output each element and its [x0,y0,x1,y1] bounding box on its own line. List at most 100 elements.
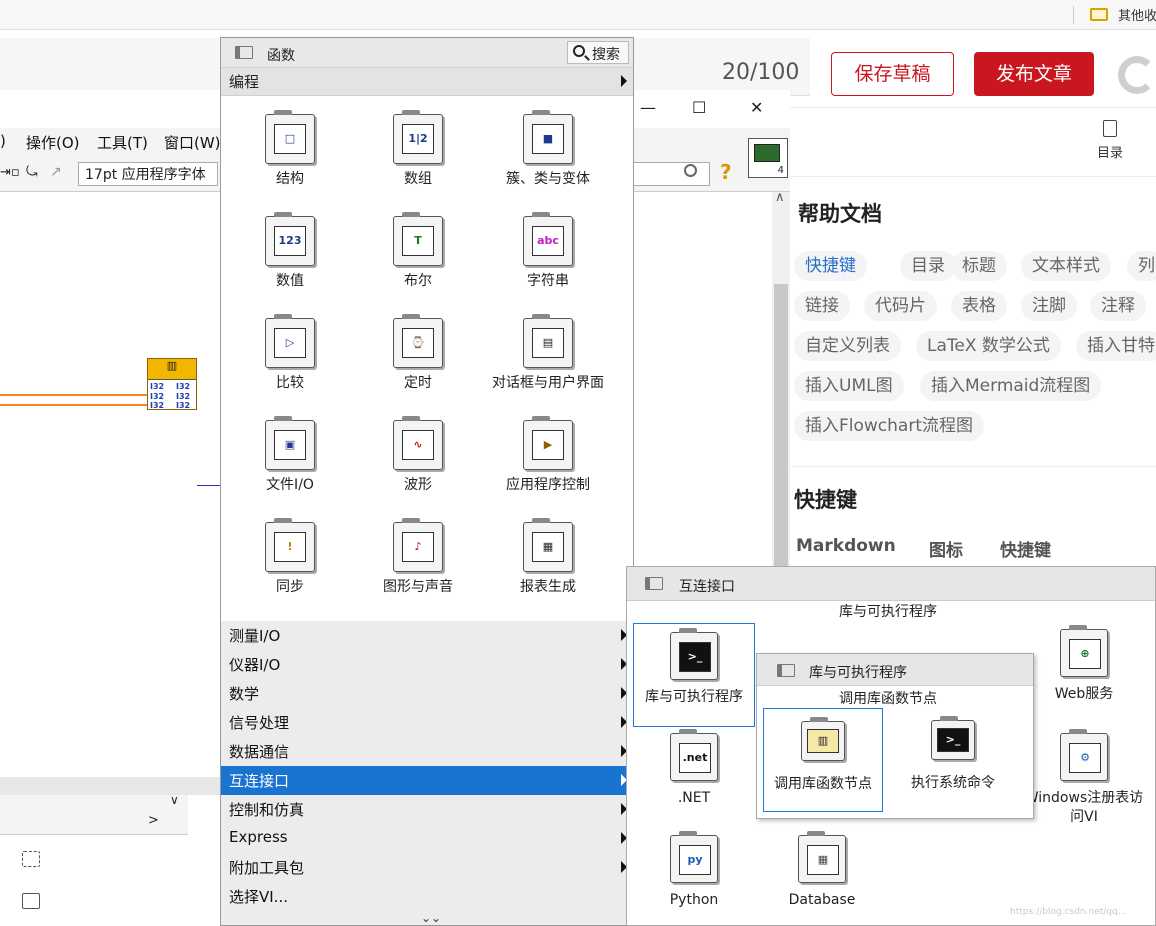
pin-icon[interactable] [645,577,663,590]
palette-list-item[interactable]: Express [221,824,633,853]
palette-item-comparison[interactable]: ▷ 比较 [225,314,355,393]
palette-strip: ∨ > [0,793,188,835]
palette-item-system-exec[interactable]: >_ 执行系统命令 [893,708,1013,812]
help-chip[interactable]: LaTeX 数学公式 [916,331,1061,361]
help-title: 帮助文档 [798,202,882,226]
search-label: 搜索 [592,47,620,63]
step-icon[interactable]: ⤿ [26,164,38,180]
palette-list-item[interactable]: 附加工具包 [221,853,633,882]
terminal-icon: >_ [931,716,975,760]
help-chip[interactable]: 插入UML图 [794,371,904,401]
pin-icon[interactable] [235,46,253,59]
palette-list-item[interactable]: 选择VI... [221,882,633,911]
palette-item-windows-registry[interactable]: ⚙ Windows注册表访问VI [1023,729,1145,827]
help-chip[interactable]: 文本样式 [1021,251,1111,281]
column-header: 快捷键 [1000,541,1051,561]
align-icon[interactable] [22,851,40,867]
step-out-icon[interactable]: ↗ [50,164,62,180]
palette-item-database[interactable]: ▦ Database [761,831,883,910]
wire [197,485,220,486]
chevron-right-icon[interactable]: > [148,813,159,828]
palette-item-report-generation[interactable]: ▦ 报表生成 [483,518,613,597]
save-draft-button[interactable]: 保存草稿 [831,52,954,96]
palette-item-waveform[interactable]: ∿ 波形 [353,416,483,495]
font-selector[interactable]: 17pt 应用程序字体 [78,162,218,186]
help-chip[interactable]: 目录 [900,251,956,281]
menu-item[interactable]: ) [0,132,6,150]
palette-item-app-control[interactable]: ▶ 应用程序控制 [483,416,613,495]
help-chip[interactable]: 插入Mermaid流程图 [920,371,1102,401]
palette-item-synchronization[interactable]: ! 同步 [225,518,355,597]
folder-icon[interactable] [1090,8,1108,21]
palette-list-item-connectivity[interactable]: 互连接口 [221,766,633,795]
palette-item-call-library-node[interactable]: ▥ 调用库函数节点 [763,708,883,812]
call-library-icon: ▥ [801,717,845,761]
palette-list-item[interactable]: 控制和仿真 [221,795,633,824]
help-chip[interactable]: 插入Flowchart流程图 [794,411,984,441]
palette-item-timing[interactable]: ⌚ 定时 [353,314,483,393]
palette-item-dialog-ui[interactable]: ▤ 对话框与用户界面 [483,314,613,393]
palette-item-file-io[interactable]: ▣ 文件I/O [225,416,355,495]
publish-article-button[interactable]: 发布文章 [974,52,1094,96]
scroll-up-icon[interactable]: ∧ [775,190,785,205]
palette-title: 函数 [267,48,295,64]
chevron-down-icon[interactable]: ∨ [170,793,179,807]
palette-item-boolean[interactable]: T 布尔 [353,212,483,291]
bookmark-folder-label[interactable]: 其他收 [1118,5,1156,24]
palette-item-python[interactable]: py Python [633,831,755,910]
palette-title: 库与可执行程序 [809,665,907,681]
palette-item-dotnet[interactable]: .net .NET [633,729,755,808]
menu-tools[interactable]: 工具(T) [97,132,148,153]
minimize-icon[interactable]: — [640,98,656,117]
horizontal-scrollbar[interactable] [0,777,220,795]
maximize-icon[interactable]: ☐ [692,98,706,117]
vi-connector-icon[interactable] [748,138,788,178]
search-icon[interactable] [684,164,697,177]
help-chip[interactable]: 列 [1127,251,1156,281]
palette-list-item[interactable]: 仪器I/O [221,650,633,679]
monitor-icon[interactable] [22,893,40,909]
palette-item-numeric[interactable]: 123 数值 [225,212,355,291]
pin-icon[interactable] [777,664,795,677]
help-chip[interactable]: 表格 [951,291,1007,321]
globe-icon: ⊕ [1060,625,1108,677]
help-chip[interactable]: 自定义列表 [794,331,901,361]
help-chip[interactable]: 代码片 [864,291,937,321]
brand-logo-icon[interactable] [1118,56,1156,94]
palette-item-cluster[interactable]: ■ 簇、类与变体 [483,110,613,189]
question-icon[interactable]: ? [720,160,732,184]
menu-operate[interactable]: 操作(O) [26,132,80,153]
palette-item-structures[interactable]: □ 结构 [225,110,355,189]
palette-header: 库与可执行程序 [757,654,1033,686]
call-library-node[interactable]: ▥ I32 I32 I32 I32 I32 I32 [147,358,197,410]
help-chip[interactable]: 快捷键 [794,251,867,281]
palette-category-programming[interactable]: 编程 [221,68,633,96]
toc-button[interactable]: 目录 [1092,120,1128,161]
python-icon: py [670,831,718,883]
palette-item-array[interactable]: 1|2 数组 [353,110,483,189]
expand-more-icon[interactable]: ⌄⌄ [421,911,441,925]
menu-window[interactable]: 窗口(W) [164,132,221,153]
palette-list-item[interactable]: 测量I/O [221,621,633,650]
help-chip[interactable]: 注释 [1090,291,1146,321]
help-chip[interactable]: 标题 [951,251,1007,281]
help-chip[interactable]: 插入甘特 [1076,331,1156,361]
dotnet-icon: .net [670,729,718,781]
palette-item-web-services[interactable]: ⊕ Web服务 [1023,625,1145,704]
palette-search-button[interactable]: 搜索 [567,41,629,64]
help-chip[interactable]: 链接 [794,291,850,321]
run-icon[interactable]: ⇥▫ [0,165,20,180]
string-icon: abc [523,212,573,266]
help-chip[interactable]: 注脚 [1021,291,1077,321]
palette-list-item[interactable]: 数据通信 [221,737,633,766]
close-icon[interactable]: ✕ [750,98,763,117]
palette-item-string[interactable]: abc 字符串 [483,212,613,291]
scrollbar-thumb[interactable] [774,284,788,574]
terminal-icon: >_ [670,628,718,680]
palette-item-graphics-sound[interactable]: ♪ 图形与声音 [353,518,483,597]
palette-item-libraries[interactable]: >_ 库与可执行程序 [633,623,755,727]
palette-list-item[interactable]: 信号处理 [221,708,633,737]
palette-list-item[interactable]: 数学 [221,679,633,708]
structures-icon: □ [265,110,315,164]
database-icon: ▦ [798,831,846,883]
